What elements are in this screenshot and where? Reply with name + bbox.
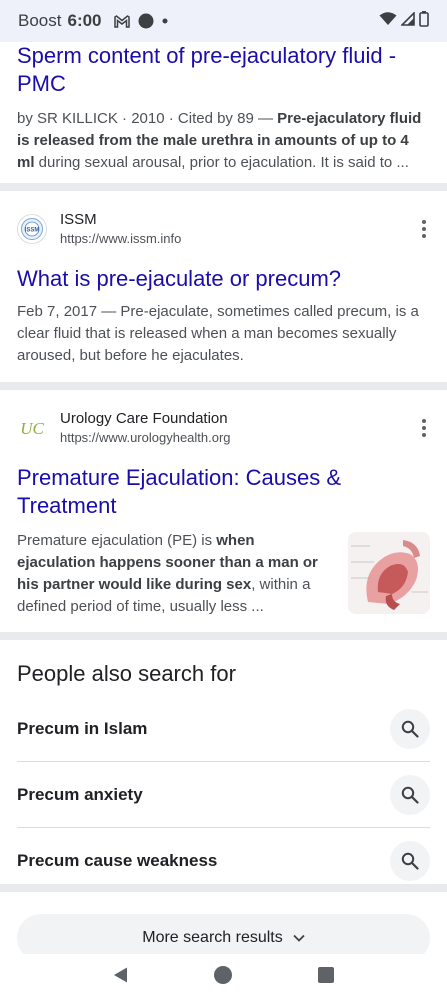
result-snippet: by SR KILLICK · 2010 · Cited by 89 — Pre…: [17, 108, 430, 174]
source-url: https://www.issm.info: [60, 231, 182, 246]
snippet-meta: by SR KILLICK · 2010 · Cited by 89 —: [17, 110, 278, 127]
search-icon[interactable]: [390, 774, 430, 815]
system-navigation-bar: [0, 954, 447, 1000]
people-also-search-section: People also search for Precum in Islam P…: [0, 640, 447, 884]
search-icon[interactable]: [390, 841, 430, 881]
result-snippet: Feb 7, 2017 — Pre-ejaculate, sometimes c…: [17, 303, 419, 364]
result-snippet: Premature ejaculation (PE) is when ejacu…: [17, 530, 348, 618]
related-search-label: Precum anxiety: [17, 784, 143, 804]
more-options-icon[interactable]: [418, 419, 430, 437]
search-result-card: UC Urology Care Foundation https://www.u…: [0, 390, 447, 632]
result-source[interactable]: UC Urology Care Foundation https://www.u…: [17, 406, 430, 450]
search-result-card: ISSM ISSM https://www.issm.info What is …: [0, 191, 447, 382]
anatomy-thumbnail-image[interactable]: [348, 532, 430, 614]
related-search-label: Precum cause weakness: [17, 851, 218, 870]
cell-signal-icon: [400, 11, 415, 31]
source-url: https://www.urologyhealth.org: [60, 430, 231, 445]
snippet-pre: Premature ejaculation (PE) is: [17, 532, 217, 549]
recent-apps-icon[interactable]: [317, 966, 335, 989]
chevron-down-icon: [293, 929, 305, 947]
more-options-icon[interactable]: [418, 220, 430, 238]
source-name: Urology Care Foundation: [60, 410, 228, 427]
result-divider: [0, 884, 447, 892]
source-name: ISSM: [60, 211, 97, 228]
favicon-text: UC: [20, 419, 44, 438]
status-bar: Boost 6:00: [0, 0, 447, 42]
wifi-icon: [379, 11, 397, 31]
more-results-label: More search results: [142, 929, 283, 946]
snippet-rest: during sexual arousal, prior to ejaculat…: [34, 154, 409, 171]
urology-care-favicon-icon: UC: [17, 413, 47, 443]
result-title-link[interactable]: Sperm content of pre-ejaculatory fluid -…: [17, 42, 430, 98]
related-search-item[interactable]: Precum in Islam: [17, 696, 430, 762]
favicon-text: ISSM: [25, 228, 40, 234]
result-divider: [0, 183, 447, 191]
clock-time: 6:00: [67, 11, 102, 30]
search-results-page[interactable]: Sperm content of pre-ejaculatory fluid -…: [0, 42, 447, 954]
home-icon[interactable]: [213, 965, 233, 990]
carrier-name: Boost: [18, 11, 62, 30]
result-divider: [0, 382, 447, 390]
result-divider: [0, 632, 447, 640]
more-notifications-icon: [162, 18, 168, 24]
related-search-item[interactable]: Precum anxiety: [17, 762, 430, 828]
section-title: People also search for: [17, 661, 236, 686]
battery-icon: [419, 10, 429, 32]
issm-favicon-icon: ISSM: [17, 214, 47, 244]
result-title-link[interactable]: Premature Ejaculation: Causes & Treatmen…: [17, 464, 430, 520]
back-icon[interactable]: [112, 966, 130, 989]
result-title-link[interactable]: What is pre-ejaculate or precum?: [17, 265, 430, 293]
search-result-card: Sperm content of pre-ejaculatory fluid -…: [0, 42, 447, 183]
result-source[interactable]: ISSM ISSM https://www.issm.info: [17, 207, 430, 251]
notification-dot-icon: [138, 13, 154, 29]
more-search-results-button[interactable]: More search results: [17, 914, 430, 954]
related-search-label: Precum in Islam: [17, 718, 148, 738]
search-icon[interactable]: [390, 708, 430, 749]
gmail-icon: [113, 14, 130, 28]
